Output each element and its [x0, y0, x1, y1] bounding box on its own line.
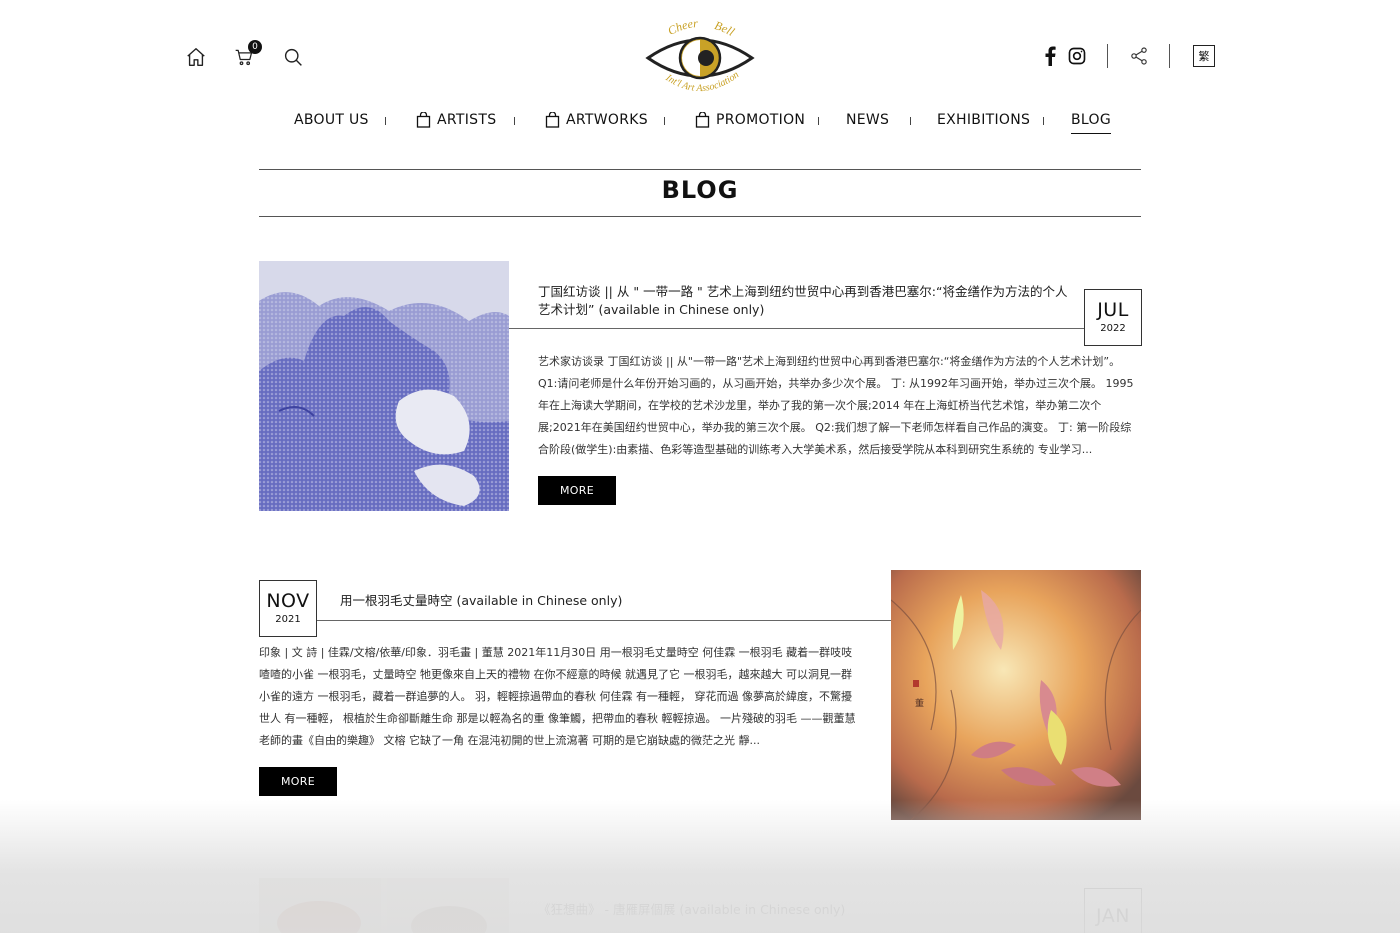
cart-count-badge: 0 [248, 40, 262, 54]
post-date-month: JAN [1096, 904, 1130, 927]
post-date-badge: JUL 2022 [1084, 289, 1142, 346]
instagram-icon[interactable] [1066, 45, 1088, 67]
post-date-year: 2021 [275, 613, 301, 625]
nav-separator [385, 117, 386, 125]
post-date-month: NOV [266, 589, 310, 612]
post-title[interactable]: 用一根羽毛丈量時空 (available in Chinese only) [340, 592, 870, 610]
nav-item-blog[interactable]: BLOG [1071, 112, 1111, 134]
post-excerpt: 印象 | 文 詩 | 佳霖/文榕/依華/印象．羽毛畫 | 董慧 2021年11月… [259, 646, 856, 747]
nav-item-about-us[interactable]: ABOUT US [294, 112, 369, 128]
nav-item-label: EXHIBITIONS [937, 112, 1031, 128]
site-logo[interactable]: Cheer Bell Int'l Art Association [640, 14, 760, 98]
nav-item-artworks[interactable]: ARTWORKS [545, 112, 648, 128]
title-rule-top [259, 169, 1141, 170]
nav-item-label: ARTISTS [437, 112, 497, 128]
post-excerpt: 艺术家访谈录 丁国红访谈 || 从"一带一路"艺术上海到纽约世贸中心再到香港巴塞… [538, 355, 1134, 456]
header-divider [1169, 44, 1170, 68]
post-title[interactable]: 丁国红访谈 || 从 " 一带一路 " 艺术上海到纽约世贸中心再到香港巴塞尔:“… [538, 283, 1068, 319]
nav-item-exhibitions[interactable]: EXHIBITIONS [937, 112, 1030, 128]
nav-separator [514, 117, 515, 125]
language-toggle-button[interactable]: 繁 [1193, 45, 1215, 67]
post-title-rule [317, 620, 891, 621]
shopping-bag-icon [545, 112, 560, 128]
nav-separator [664, 117, 665, 125]
share-icon[interactable] [1128, 45, 1150, 67]
post-thumbnail[interactable] [259, 261, 509, 511]
post-thumbnail[interactable] [259, 878, 509, 933]
post-title[interactable]: 《狂想曲》 - 唐雁屏個展 (available in Chinese only… [538, 901, 1068, 919]
nav-item-label: PROMOTION [716, 112, 806, 128]
post-date-badge: NOV 2021 [259, 580, 317, 637]
nav-item-promotion[interactable]: PROMOTION [695, 112, 805, 128]
post-date-month: JUL [1097, 298, 1129, 321]
shopping-bag-icon [695, 112, 710, 128]
facebook-icon[interactable] [1040, 45, 1060, 67]
home-icon[interactable] [184, 45, 208, 69]
nav-item-news[interactable]: NEWS [846, 112, 889, 128]
header-divider [1107, 44, 1108, 68]
nav-item-artists[interactable]: ARTISTS [416, 112, 496, 128]
logo-text-right: Bell [713, 18, 738, 39]
search-icon[interactable] [281, 45, 305, 69]
nav-item-label: BLOG [1071, 112, 1111, 128]
cart-button[interactable]: 0 [233, 40, 262, 68]
svg-text:Cheer: Cheer [665, 16, 698, 38]
post-date-badge: JAN [1084, 888, 1142, 933]
svg-text:董: 董 [915, 697, 924, 709]
nav-item-label: NEWS [846, 112, 890, 128]
nav-separator [818, 117, 819, 125]
post-title-rule [509, 328, 1084, 329]
post-thumbnail[interactable]: 董 [891, 570, 1141, 820]
title-rule-bottom [259, 216, 1141, 217]
page-title: BLOG [661, 176, 739, 204]
nav-separator [910, 117, 911, 125]
nav-item-label: ABOUT US [294, 112, 369, 128]
logo-text-left: Cheer [665, 16, 698, 38]
main-nav: ABOUT US ARTISTS ARTWORKS PROMOTION NEWS… [0, 112, 1400, 134]
nav-separator [1043, 117, 1044, 125]
svg-text:Bell: Bell [713, 18, 738, 39]
post-date-year: 2022 [1100, 322, 1126, 334]
more-button[interactable]: MORE [538, 476, 616, 505]
more-button[interactable]: MORE [259, 767, 337, 796]
nav-item-label: ARTWORKS [566, 112, 648, 128]
shopping-bag-icon [416, 112, 431, 128]
